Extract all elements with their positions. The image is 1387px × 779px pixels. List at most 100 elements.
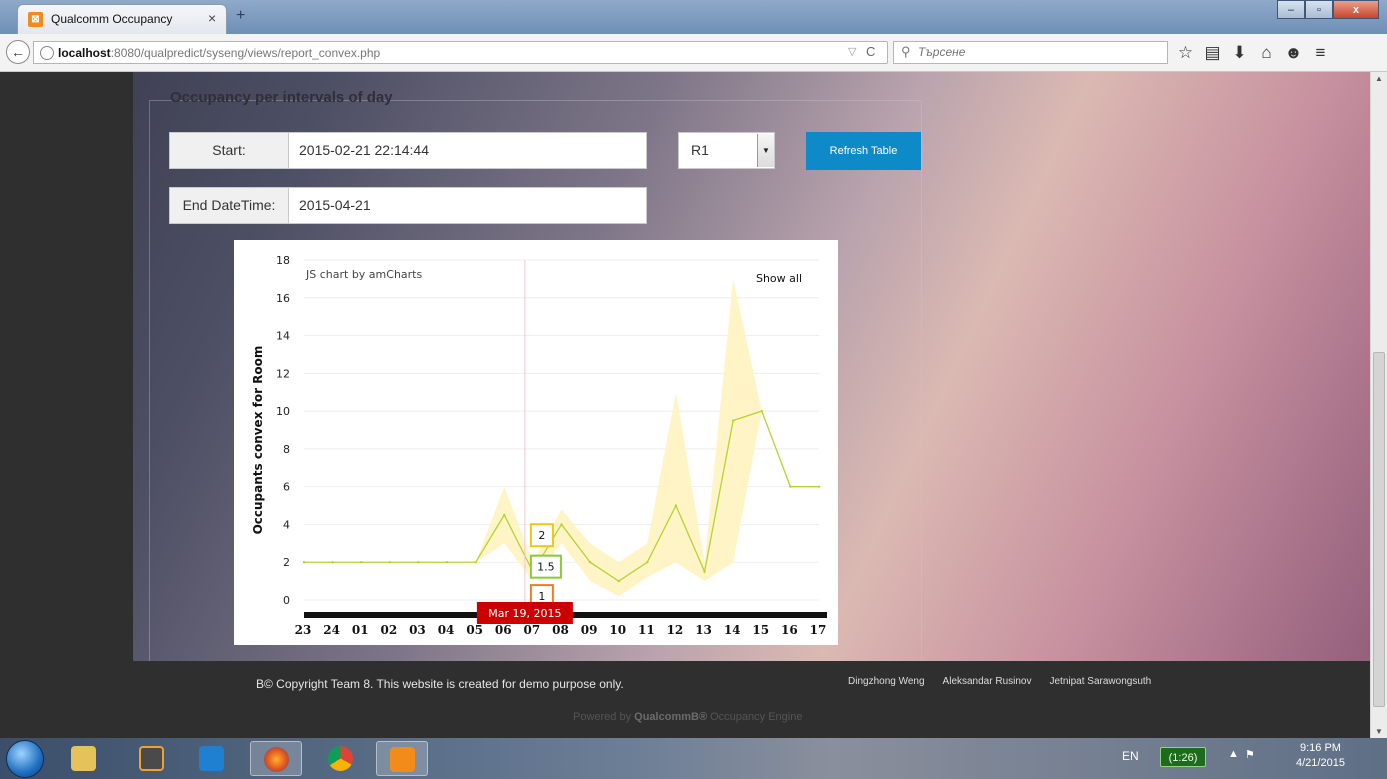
data-point	[703, 570, 706, 573]
dropdown-arrow-icon[interactable]: ▼	[757, 134, 774, 167]
url-history-dropdown-icon[interactable]: ▽	[848, 45, 856, 58]
y-tick-label: 4	[283, 518, 290, 531]
x-tick-label: 01	[352, 623, 369, 637]
scroll-thumb[interactable]	[1373, 352, 1385, 707]
action-center-flag-icon[interactable]: ⚑	[1245, 748, 1259, 762]
tray-expand-icon[interactable]: ▲	[1228, 748, 1239, 760]
room-select-value: R1	[691, 142, 709, 158]
page-viewport: Occupancy per intervals of day Start: 20…	[0, 72, 1370, 738]
search-bar[interactable]: ⚲	[893, 41, 1168, 64]
menu-icon[interactable]: ≡	[1307, 42, 1334, 64]
x-tick-label: 06	[495, 623, 512, 637]
refresh-table-button[interactable]: Refresh Table	[806, 132, 921, 170]
x-tick-label: 23	[295, 623, 312, 637]
sublime-text-icon	[139, 746, 164, 771]
taskbar-explorer[interactable]	[58, 741, 110, 776]
page-scrollbar[interactable]: ▲ ▼	[1370, 72, 1387, 738]
data-point	[588, 561, 592, 564]
cursor-balloon-low-value: 1	[538, 590, 545, 603]
taskbar-firefox[interactable]	[250, 741, 302, 776]
chat-icon[interactable]: ☻	[1280, 42, 1307, 64]
x-tick-label: 17	[810, 623, 827, 637]
url-bar[interactable]: localhost:8080/qualpredict/syseng/views/…	[33, 41, 888, 64]
language-indicator[interactable]: EN	[1122, 749, 1139, 763]
reading-list-icon[interactable]: ▤	[1199, 42, 1226, 64]
x-tick-label: 04	[438, 623, 455, 637]
data-point	[646, 561, 649, 564]
close-window-button[interactable]: x	[1333, 0, 1379, 19]
bookmark-star-icon[interactable]: ☆	[1172, 42, 1199, 64]
data-point	[760, 409, 763, 413]
windows-taskbar: EN (1:26) ▲ ⚑ 9:16 PM 4/21/2015	[0, 738, 1387, 779]
y-tick-label: 0	[283, 594, 290, 607]
download-icon[interactable]: ⬇	[1226, 42, 1253, 64]
taskbar-chrome[interactable]	[315, 741, 367, 776]
data-point	[674, 504, 678, 507]
x-tick-label: 13	[695, 623, 712, 637]
new-tab-button[interactable]: +	[236, 7, 245, 25]
x-tick-label: 08	[552, 623, 569, 637]
left-sidebar	[0, 72, 133, 661]
data-point	[789, 485, 792, 488]
x-tick-label: 15	[752, 623, 769, 637]
taskbar-xampp[interactable]	[376, 741, 428, 776]
data-point	[731, 419, 735, 422]
back-button[interactable]: ←	[6, 40, 30, 64]
start-datetime-input[interactable]: 2015-02-21 22:14:44	[288, 132, 647, 169]
cursor-balloon-high-value: 2	[538, 529, 545, 542]
battery-indicator[interactable]: (1:26)	[1160, 747, 1206, 767]
x-tick-label: 11	[638, 623, 655, 637]
home-icon[interactable]: ⌂	[1253, 42, 1280, 64]
show-all-button[interactable]: Show all	[756, 272, 802, 285]
globe-icon	[40, 46, 54, 60]
data-point	[503, 513, 506, 517]
scroll-up-arrow-icon[interactable]: ▲	[1375, 74, 1383, 83]
clock-time: 9:16 PM	[1299, 742, 1341, 754]
xampp-favicon-icon: ⊠	[28, 12, 43, 27]
author-link[interactable]: Jetnipat Sarawongsuth	[1049, 676, 1151, 687]
maximize-button[interactable]: ▫	[1305, 0, 1333, 19]
search-input[interactable]	[916, 44, 1160, 60]
x-tick-label: 09	[581, 623, 598, 637]
xampp-icon	[390, 747, 415, 772]
taskbar-media[interactable]	[186, 741, 238, 776]
y-tick-label: 16	[276, 292, 290, 305]
data-point	[388, 561, 392, 564]
browser-navbar: ← localhost:8080/qualpredict/syseng/view…	[0, 34, 1387, 72]
taskbar-sublime[interactable]	[126, 741, 178, 776]
confidence-band	[304, 278, 819, 597]
data-point	[474, 561, 477, 564]
footer: В© Copyright Team 8. This website is cre…	[0, 661, 1370, 738]
scroll-down-arrow-icon[interactable]: ▼	[1375, 727, 1383, 736]
x-tick-label: 12	[667, 623, 684, 637]
end-datetime-input[interactable]: 2015-04-21	[288, 187, 647, 224]
url-text: localhost:8080/qualpredict/syseng/views/…	[58, 46, 381, 60]
copyright-text: В© Copyright Team 8. This website is cre…	[256, 677, 624, 691]
amcharts-credit: JS chart by amCharts	[305, 268, 422, 281]
x-tick-label: 24	[323, 623, 340, 637]
x-tick-label: 03	[409, 623, 426, 637]
data-point	[417, 561, 420, 564]
browser-tab[interactable]: ⊠ Qualcomm Occupancy ×	[17, 4, 227, 34]
x-tick-label: 05	[466, 623, 483, 637]
start-button[interactable]	[6, 740, 44, 778]
reload-icon[interactable]: C	[866, 44, 875, 59]
data-point	[817, 485, 821, 488]
author-link[interactable]: Aleksandar Rusinov	[943, 676, 1032, 687]
media-player-icon	[199, 746, 224, 771]
clock-date: 4/21/2015	[1296, 757, 1345, 769]
author-link[interactable]: Dingzhong Weng	[848, 676, 925, 687]
y-tick-label: 2	[283, 556, 290, 569]
data-point	[360, 561, 363, 564]
clock[interactable]: 9:16 PM 4/21/2015	[1296, 741, 1345, 771]
search-icon: ⚲	[901, 44, 911, 59]
y-tick-label: 18	[276, 254, 290, 267]
start-label: Start:	[169, 132, 289, 169]
room-select[interactable]: R1 ▼	[678, 132, 775, 169]
minimize-button[interactable]: –	[1277, 0, 1305, 19]
chart-svg: 02468101214161823 24 01 02 03 04 05 06 07 08 09 10 1…	[251, 254, 827, 637]
powered-by-text: Powered by QualcommВ® Occupancy Engine	[573, 711, 803, 723]
y-tick-label: 6	[283, 481, 290, 494]
tab-close-icon[interactable]: ×	[208, 10, 216, 26]
data-point	[302, 561, 306, 564]
